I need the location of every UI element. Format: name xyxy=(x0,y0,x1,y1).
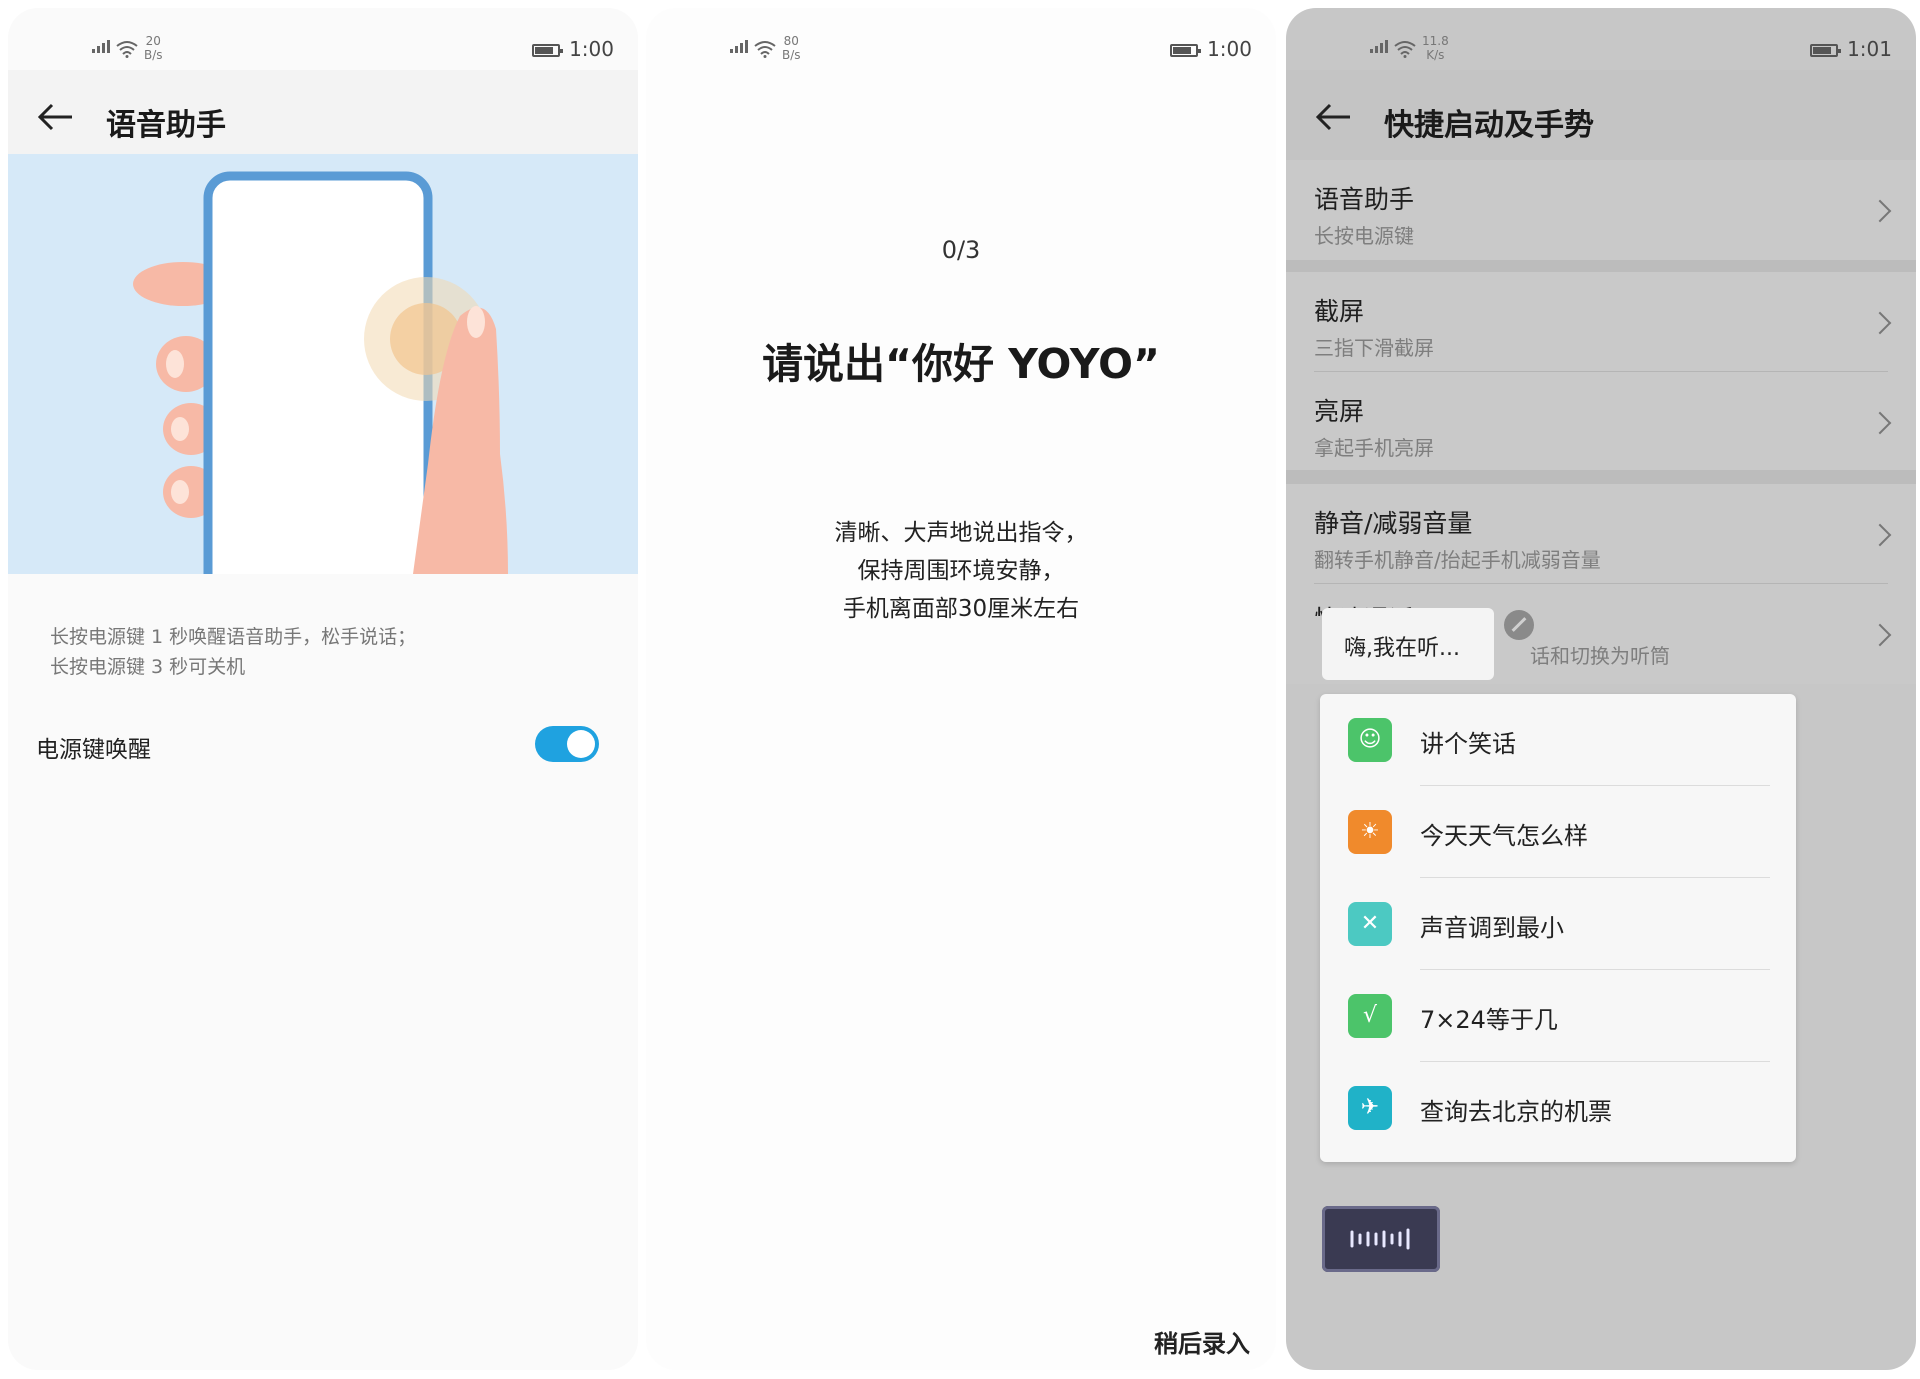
voice-waveform-icon xyxy=(1350,1228,1410,1250)
net-speed: 20 B/s xyxy=(144,34,163,62)
back-arrow-icon[interactable] xyxy=(38,102,74,132)
clock: 1:00 xyxy=(1207,37,1252,61)
mute-icon: ✕ xyxy=(1348,902,1392,946)
voice-input-button[interactable] xyxy=(1322,1206,1440,1272)
assistant-listening-bubble: 嗨,我在听... xyxy=(1322,608,1494,680)
chevron-right-icon xyxy=(1868,623,1892,647)
page-title: 快捷启动及手势 xyxy=(1384,108,1594,143)
wifi-icon xyxy=(754,41,776,58)
illustration xyxy=(8,154,638,574)
back-arrow-icon[interactable] xyxy=(1316,102,1352,132)
settings-item-screenshot[interactable]: 截屏 三指下滑截屏 xyxy=(1286,272,1916,372)
record-later-button[interactable]: 稍后录入 xyxy=(1154,1324,1250,1359)
battery-icon xyxy=(532,44,563,57)
settings-item-voice-assistant[interactable]: 语音助手 长按电源键 xyxy=(1286,160,1916,260)
section-gap xyxy=(1286,470,1916,484)
instructions: 清晰、大声地说出指令， 保持周围环境安静， 手机离面部30厘米左右 xyxy=(834,520,1088,622)
weather-icon: ☀ xyxy=(1348,810,1392,854)
description-text: 长按电源键 1 秒唤醒语音助手，松手说话； 长按电源键 3 秒可关机 xyxy=(50,626,417,678)
status-bar: 20 B/s 1:00 xyxy=(8,30,638,70)
suggestion-item[interactable]: ☀ 今天天气怎么样 xyxy=(1320,786,1796,878)
close-icon[interactable] xyxy=(1504,610,1534,640)
net-speed: 11.8 K/s xyxy=(1422,34,1449,62)
chevron-right-icon xyxy=(1868,523,1892,547)
power-key-wake-label: 电源键唤醒 xyxy=(36,737,151,763)
chevron-right-icon xyxy=(1868,199,1892,223)
section-gap xyxy=(1286,260,1916,272)
settings-item-wake-screen[interactable]: 亮屏 拿起手机亮屏 xyxy=(1286,372,1916,470)
joke-icon: ☺ xyxy=(1348,718,1392,762)
toggle-knob xyxy=(567,730,595,758)
battery-icon xyxy=(1170,44,1201,57)
calculator-icon: √ xyxy=(1348,994,1392,1038)
status-bar: 11.8 K/s 1:01 xyxy=(1286,30,1916,70)
voice-assistant-screen: 20 B/s 1:00 语音助手 长按电源键 1 秒唤醒语音助手，松手说话； 长… xyxy=(8,8,638,1370)
app-bar: 语音助手 xyxy=(8,70,638,160)
page-title: 语音助手 xyxy=(106,108,226,143)
wifi-icon xyxy=(116,41,138,58)
chevron-right-icon xyxy=(1868,311,1892,335)
battery-icon xyxy=(1810,44,1841,57)
suggestion-item[interactable]: ✕ 声音调到最小 xyxy=(1320,878,1796,970)
signal-icon xyxy=(1370,40,1388,53)
app-bar: 快捷启动及手势 xyxy=(1286,70,1916,160)
wake-word-prompt: 请说出“你好 YOYO” xyxy=(762,340,1160,388)
phone-hand-illustration xyxy=(133,171,508,574)
suggestion-item[interactable]: ✈ 查询去北京的机票 xyxy=(1320,1062,1796,1154)
suggestion-item[interactable]: √ 7×24等于几 xyxy=(1320,970,1796,1062)
chevron-right-icon xyxy=(1868,411,1892,435)
net-speed: 80 B/s xyxy=(782,34,801,62)
signal-icon xyxy=(92,40,110,53)
status-bar: 80 B/s 1:00 xyxy=(646,30,1276,70)
signal-icon xyxy=(730,40,748,53)
suggestion-item[interactable]: ☺ 讲个笑话 xyxy=(1320,694,1796,786)
voice-waveform-icon xyxy=(870,1206,1045,1242)
wifi-icon xyxy=(1394,41,1416,58)
clock: 1:00 xyxy=(569,37,614,61)
shortcuts-gestures-screen: 11.8 K/s 1:01 快捷启动及手势 语音助手 长按电源键 截屏 三指下滑截… xyxy=(1286,8,1916,1370)
wake-word-training-screen: 80 B/s 1:00 0/3 请说出“你好 YOYO” 清晰、大声地说出指令， … xyxy=(646,8,1276,1370)
suggestion-card: ☺ 讲个笑话 ☀ 今天天气怎么样 ✕ 声音调到最小 √ 7×24等于几 ✈ 查询… xyxy=(1320,694,1796,1162)
clock: 1:01 xyxy=(1847,37,1892,61)
settings-item-mute[interactable]: 静音/减弱音量 翻转手机静音/抬起手机减弱音量 xyxy=(1286,484,1916,584)
progress-counter: 0/3 xyxy=(941,236,981,264)
power-key-wake-toggle[interactable] xyxy=(535,726,599,762)
camel-icon: ✈ xyxy=(1348,1086,1392,1130)
